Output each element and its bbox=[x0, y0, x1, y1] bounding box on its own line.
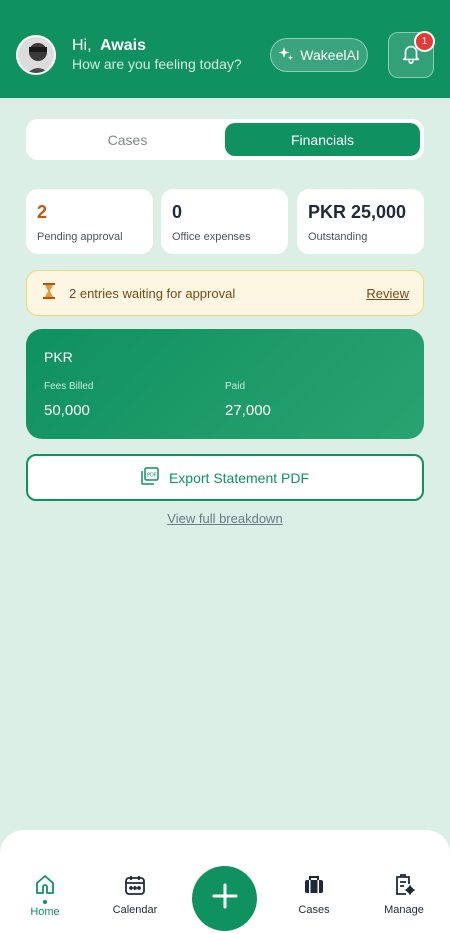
stat-card-pending[interactable]: 2 Pending approval bbox=[26, 189, 153, 254]
greeting-subtitle: How are you feeling today? bbox=[72, 56, 242, 72]
nav-label: Calendar bbox=[112, 904, 158, 916]
summary-currency: PKR bbox=[44, 349, 73, 365]
svg-text:PDF: PDF bbox=[147, 473, 157, 479]
view-breakdown-link[interactable]: View full breakdown bbox=[0, 511, 450, 526]
add-button[interactable] bbox=[192, 866, 257, 931]
wakeelai-label: WakeelAI bbox=[300, 47, 360, 63]
export-statement-button[interactable]: PDF Export Statement PDF bbox=[26, 454, 424, 501]
app-header: Hi, Awais How are you feeling today? Wak… bbox=[0, 0, 450, 98]
greeting: Hi, Awais bbox=[72, 37, 146, 55]
paid-label: Paid bbox=[225, 381, 246, 392]
review-link[interactable]: Review bbox=[366, 286, 409, 301]
active-indicator bbox=[43, 900, 47, 904]
stat-label: Pending approval bbox=[37, 231, 123, 243]
export-label: Export Statement PDF bbox=[168, 469, 310, 486]
pdf-icon: PDF bbox=[141, 467, 159, 488]
fees-billed-value: 50,000 bbox=[44, 402, 90, 419]
avatar[interactable] bbox=[16, 35, 56, 75]
nav-label: Home bbox=[30, 906, 60, 918]
stat-label: Office expenses bbox=[172, 231, 251, 243]
home-icon bbox=[5, 872, 85, 898]
view-tabs: Cases Financials bbox=[26, 119, 424, 160]
fees-billed-label: Fees Billed bbox=[44, 381, 94, 392]
nav-cases[interactable]: Cases bbox=[274, 872, 354, 916]
manage-icon bbox=[364, 872, 444, 898]
nav-calendar[interactable]: Calendar bbox=[95, 872, 175, 916]
approval-banner: 2 entries waiting for approval Review bbox=[26, 270, 424, 316]
paid-value: 27,000 bbox=[225, 402, 271, 419]
calendar-icon bbox=[95, 872, 175, 898]
hourglass-icon bbox=[41, 282, 57, 305]
approval-text: 2 entries waiting for approval bbox=[69, 285, 236, 301]
tab-cases[interactable]: Cases bbox=[30, 123, 225, 156]
stat-card-outstanding[interactable]: PKR 25,000 Outstanding bbox=[297, 189, 424, 254]
user-name: Awais bbox=[100, 37, 146, 54]
nav-manage[interactable]: Manage bbox=[364, 872, 444, 916]
financial-summary-card: PKR Fees Billed 50,000 Paid 27,000 bbox=[26, 329, 424, 439]
stat-value: 2 bbox=[37, 202, 48, 222]
plus-icon bbox=[211, 882, 239, 915]
briefcase-icon bbox=[274, 872, 354, 898]
nav-label: Cases bbox=[298, 904, 330, 916]
greeting-hi: Hi, bbox=[72, 37, 92, 54]
stat-label: Outstanding bbox=[308, 231, 368, 243]
stat-value: 0 bbox=[172, 202, 183, 222]
nav-label: Manage bbox=[384, 904, 424, 916]
tab-financials[interactable]: Financials bbox=[225, 123, 420, 156]
stat-card-office-expenses[interactable]: 0 Office expenses bbox=[161, 189, 288, 254]
wakeelai-button[interactable]: WakeelAI bbox=[270, 38, 368, 72]
sparkle-icon bbox=[278, 46, 294, 65]
stat-value: PKR 25,000 bbox=[308, 202, 407, 222]
notification-badge: 1 bbox=[414, 31, 435, 52]
nav-home[interactable]: Home bbox=[5, 872, 85, 918]
